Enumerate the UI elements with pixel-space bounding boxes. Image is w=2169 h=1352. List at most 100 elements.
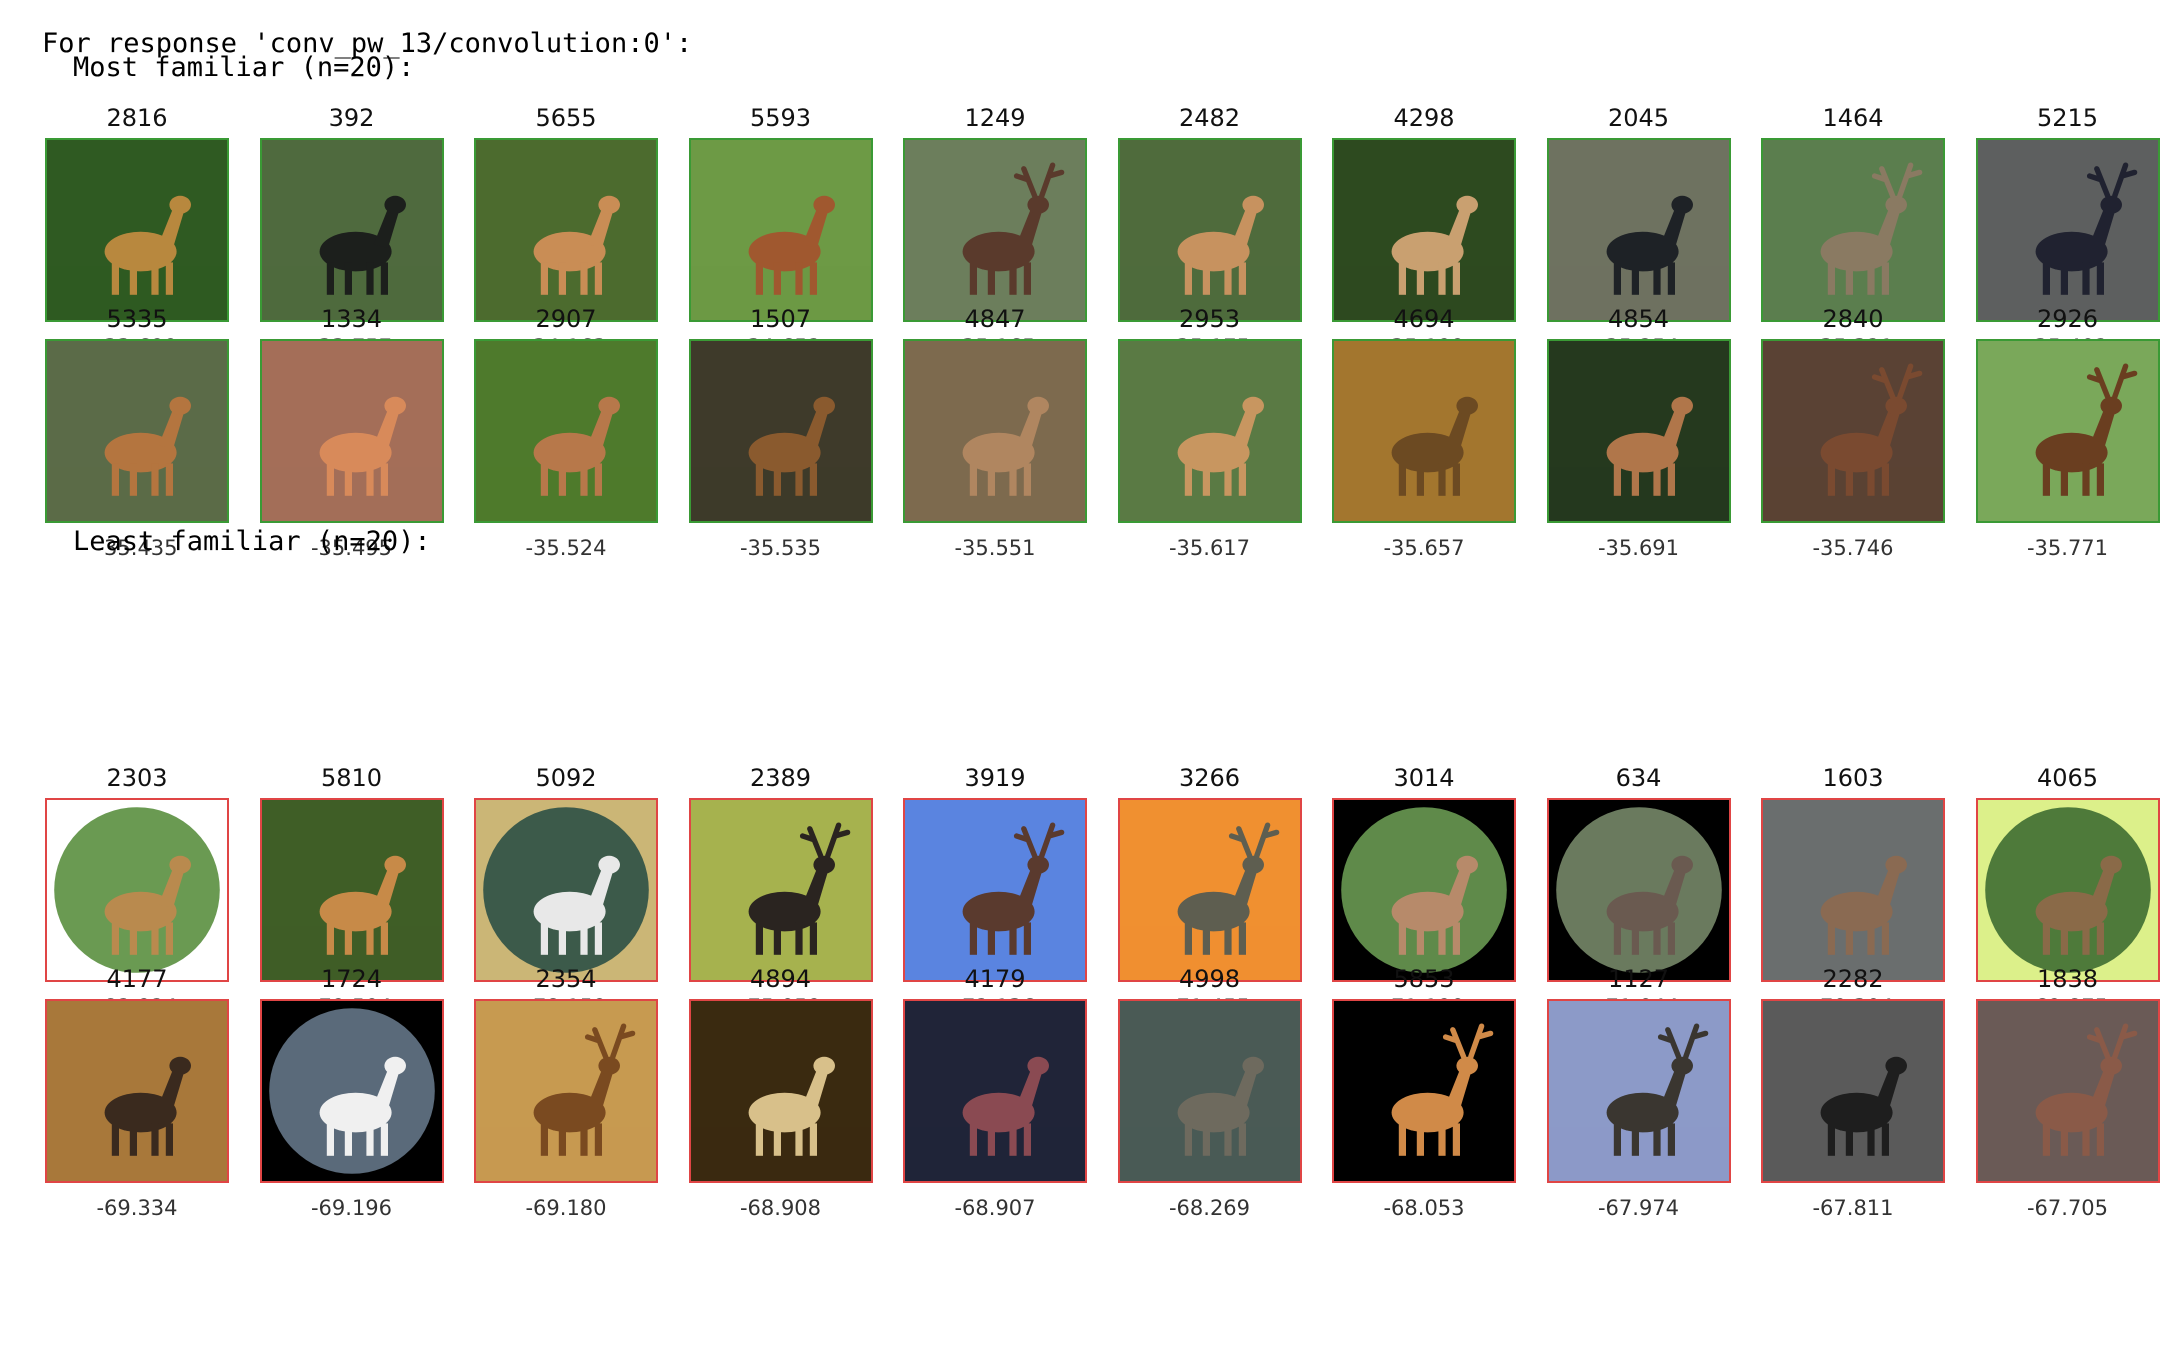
deer-thumbnail bbox=[474, 798, 658, 982]
familiarity-score: -67.705 bbox=[2026, 1196, 2109, 1220]
image-index: 4998 bbox=[1178, 965, 1241, 993]
image-index: 5092 bbox=[535, 764, 597, 792]
deer-image bbox=[1119, 140, 1300, 320]
familiarity-score: -67.811 bbox=[1812, 1196, 1894, 1220]
image-index: 2045 bbox=[1607, 104, 1670, 132]
image-index: 2282 bbox=[1822, 965, 1884, 993]
deer-image bbox=[261, 800, 442, 980]
image-tile: 1507 -35.535 bbox=[687, 301, 875, 571]
image-index: 1464 bbox=[1822, 104, 1884, 132]
image-tile: 1127 -67.974 bbox=[1545, 961, 1733, 1231]
familiarity-score: -35.551 bbox=[954, 536, 1036, 560]
image-index: 5215 bbox=[2036, 104, 2099, 132]
familiarity-score: -35.691 bbox=[1597, 536, 1680, 560]
least-familiar-title: Least familiar (n=20): bbox=[73, 526, 431, 557]
image-tile: 4854 -35.691 bbox=[1545, 301, 1733, 571]
familiarity-score: -68.269 bbox=[1168, 1196, 1251, 1220]
deer-thumbnail bbox=[1117, 138, 1302, 322]
image-index: 2816 bbox=[106, 104, 168, 132]
deer-thumbnail bbox=[1117, 339, 1302, 523]
image-index: 4177 bbox=[106, 965, 168, 993]
deer-thumbnail bbox=[1332, 138, 1516, 322]
image-tile: 4177 -69.334 bbox=[43, 961, 231, 1231]
deer-image bbox=[690, 341, 871, 521]
deer-image bbox=[1334, 800, 1514, 980]
image-index: 2840 bbox=[1822, 305, 1884, 333]
image-index: 3014 bbox=[1393, 764, 1455, 792]
deer-image bbox=[1548, 341, 1729, 521]
familiarity-score: -35.657 bbox=[1383, 536, 1465, 560]
deer-image bbox=[1763, 1001, 1943, 1181]
image-tile: 4179 -68.907 bbox=[901, 961, 1089, 1231]
image-index: 5810 bbox=[320, 764, 383, 792]
deer-image bbox=[690, 800, 871, 980]
notebook-output: For response 'conv_pw_13/convolution:0':… bbox=[0, 0, 2169, 1352]
deer-thumbnail bbox=[1761, 999, 1945, 1183]
image-index: 4854 bbox=[1607, 305, 1670, 333]
deer-image bbox=[905, 800, 1085, 980]
deer-image bbox=[1763, 800, 1943, 980]
familiarity-score: -68.908 bbox=[739, 1196, 822, 1220]
deer-image bbox=[1119, 1001, 1300, 1181]
deer-image bbox=[1977, 140, 2158, 320]
least-familiar-row: 4177 -69.334 1724 -69.196 2354 -69.180 4894 -68… bbox=[43, 961, 2169, 1231]
deer-thumbnail bbox=[1761, 798, 1945, 982]
image-index: 1838 bbox=[2036, 965, 2099, 993]
deer-image bbox=[690, 140, 871, 320]
familiarity-score: -35.535 bbox=[739, 536, 822, 560]
deer-thumbnail bbox=[45, 798, 229, 982]
deer-image bbox=[47, 800, 227, 980]
deer-image bbox=[261, 140, 442, 320]
familiarity-score: -35.524 bbox=[525, 536, 607, 560]
image-index: 4065 bbox=[2036, 764, 2099, 792]
image-tile: 1724 -69.196 bbox=[258, 961, 446, 1231]
deer-thumbnail bbox=[1546, 798, 1731, 982]
most-familiar-title: Most familiar (n=20): bbox=[73, 52, 415, 83]
deer-thumbnail bbox=[474, 138, 658, 322]
familiarity-score: -67.974 bbox=[1597, 1196, 1680, 1220]
image-tile: 2840 -35.746 bbox=[1759, 301, 1947, 571]
deer-thumbnail bbox=[1546, 138, 1731, 322]
deer-thumbnail bbox=[45, 339, 229, 523]
familiarity-score: -69.180 bbox=[525, 1196, 607, 1220]
deer-image bbox=[476, 800, 656, 980]
deer-thumbnail bbox=[259, 138, 444, 322]
deer-image bbox=[1334, 341, 1514, 521]
deer-image bbox=[1334, 140, 1514, 320]
image-index: 5593 bbox=[749, 104, 812, 132]
image-index: 5335 bbox=[106, 305, 168, 333]
deer-image bbox=[1119, 341, 1300, 521]
deer-thumbnail bbox=[688, 138, 873, 322]
deer-image bbox=[1119, 800, 1300, 980]
image-index: 4298 bbox=[1393, 104, 1455, 132]
image-index: 1249 bbox=[964, 104, 1026, 132]
deer-thumbnail bbox=[259, 339, 444, 523]
deer-image bbox=[1548, 800, 1729, 980]
familiarity-score: -68.053 bbox=[1383, 1196, 1465, 1220]
image-index: 2482 bbox=[1178, 104, 1241, 132]
image-index: 3266 bbox=[1178, 764, 1241, 792]
deer-image bbox=[1977, 341, 2158, 521]
deer-thumbnail bbox=[1975, 138, 2160, 322]
image-index: 392 bbox=[328, 104, 375, 132]
deer-thumbnail bbox=[474, 999, 658, 1183]
deer-image bbox=[905, 140, 1085, 320]
deer-thumbnail bbox=[1332, 798, 1516, 982]
deer-image bbox=[1334, 1001, 1514, 1181]
deer-thumbnail bbox=[1117, 999, 1302, 1183]
familiarity-score: -68.907 bbox=[954, 1196, 1036, 1220]
familiarity-score: -35.746 bbox=[1812, 536, 1894, 560]
image-index: 2907 bbox=[535, 305, 597, 333]
deer-image bbox=[261, 341, 442, 521]
deer-thumbnail bbox=[474, 339, 658, 523]
deer-thumbnail bbox=[688, 339, 873, 523]
deer-image bbox=[1977, 1001, 2158, 1181]
deer-thumbnail bbox=[1546, 999, 1731, 1183]
deer-thumbnail bbox=[903, 138, 1087, 322]
image-index: 2354 bbox=[535, 965, 597, 993]
image-tile: 2354 -69.180 bbox=[472, 961, 660, 1231]
image-tile: 5853 -68.053 bbox=[1330, 961, 1518, 1231]
familiarity-score: -69.196 bbox=[310, 1196, 393, 1220]
deer-image bbox=[47, 140, 227, 320]
deer-thumbnail bbox=[1546, 339, 1731, 523]
